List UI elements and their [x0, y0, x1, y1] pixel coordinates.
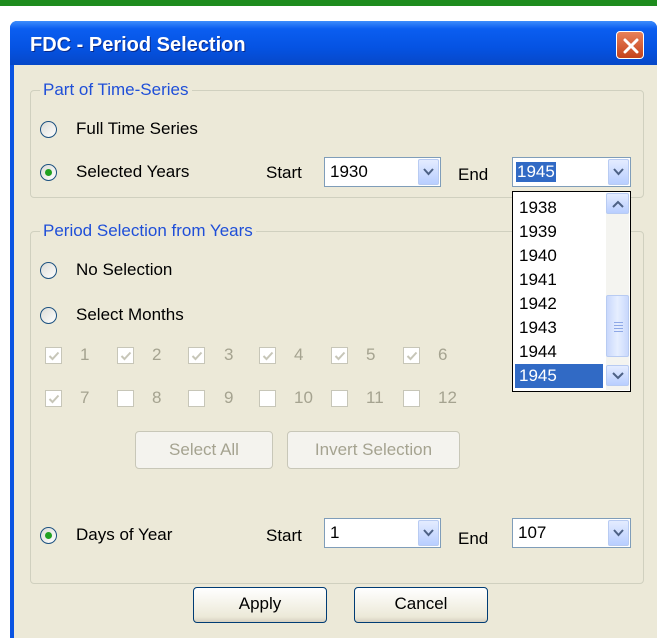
- month-5-label: 5: [366, 345, 376, 364]
- select-all-button[interactable]: Select All: [135, 431, 273, 469]
- select-months-radio[interactable]: [40, 307, 57, 324]
- list-item[interactable]: 1944: [515, 340, 603, 364]
- period-selection-legend: Period Selection from Years: [40, 221, 256, 241]
- invert-selection-button[interactable]: Invert Selection: [287, 431, 460, 469]
- radio-selected-dot: [45, 532, 52, 539]
- checkmark-icon: [120, 351, 132, 361]
- days-end-dropdown-button[interactable]: [608, 520, 629, 546]
- years-end-value: 1945: [516, 162, 556, 182]
- chevron-down-icon: [612, 372, 624, 380]
- full-time-series-radio[interactable]: [40, 121, 57, 138]
- years-start-value: 1930: [330, 162, 368, 181]
- chevron-down-icon: [423, 168, 434, 176]
- list-item[interactable]: 1942: [515, 292, 603, 316]
- top-accent-stripe: [0, 0, 657, 6]
- month-1-checkbox[interactable]: [45, 347, 62, 364]
- month-11-label: 11: [366, 388, 384, 407]
- close-button[interactable]: [616, 31, 644, 59]
- cancel-button[interactable]: Cancel: [354, 587, 488, 623]
- checkmark-icon: [334, 351, 346, 361]
- days-end-label: End: [458, 529, 489, 548]
- years-start-label: Start: [266, 163, 302, 182]
- list-item[interactable]: 1939: [515, 220, 603, 244]
- month-7-checkbox[interactable]: [45, 390, 62, 407]
- chevron-down-icon: [613, 529, 624, 537]
- checkmark-icon: [191, 351, 203, 361]
- days-of-year-label[interactable]: Days of Year: [76, 525, 172, 545]
- month-10-checkbox[interactable]: [259, 390, 276, 407]
- years-end-combo[interactable]: 1945: [512, 157, 631, 187]
- month-2-checkbox[interactable]: [117, 347, 134, 364]
- chevron-down-icon: [613, 168, 624, 176]
- month-3-label: 3: [224, 345, 234, 364]
- selected-years-radio[interactable]: [40, 164, 57, 181]
- month-9-checkbox[interactable]: [188, 390, 205, 407]
- month-12-label: 12: [438, 388, 457, 407]
- month-8-checkbox[interactable]: [117, 390, 134, 407]
- full-time-series-label[interactable]: Full Time Series: [76, 119, 198, 139]
- month-1-label: 1: [80, 345, 90, 364]
- years-end-dropdown-list[interactable]: 1938 1939 1940 1941 1942 1943 1944 1945: [512, 191, 631, 392]
- month-5-checkbox[interactable]: [331, 347, 348, 364]
- list-item[interactable]: 1943: [515, 316, 603, 340]
- dropdown-scrollbar[interactable]: [606, 193, 629, 390]
- list-item[interactable]: 1940: [515, 244, 603, 268]
- no-selection-radio[interactable]: [40, 262, 57, 279]
- close-icon: [623, 38, 639, 54]
- month-3-checkbox[interactable]: [188, 347, 205, 364]
- checkmark-icon: [48, 351, 60, 361]
- month-12-checkbox[interactable]: [403, 390, 420, 407]
- month-2-label: 2: [152, 345, 162, 364]
- days-start-dropdown-button[interactable]: [418, 520, 439, 546]
- years-start-combo[interactable]: 1930: [324, 157, 441, 187]
- years-end-dropdown-button[interactable]: [608, 159, 629, 185]
- days-end-value: 107: [518, 523, 547, 542]
- checkmark-icon: [48, 394, 60, 404]
- no-selection-label[interactable]: No Selection: [76, 260, 172, 280]
- month-11-checkbox[interactable]: [331, 390, 348, 407]
- month-4-checkbox[interactable]: [259, 347, 276, 364]
- month-9-label: 9: [224, 388, 234, 407]
- scroll-up-button[interactable]: [606, 193, 629, 214]
- month-7-label: 7: [80, 388, 90, 407]
- days-start-combo[interactable]: 1: [324, 518, 441, 548]
- scroll-thumb[interactable]: [606, 295, 629, 357]
- chevron-down-icon: [423, 529, 434, 537]
- selected-years-label[interactable]: Selected Years: [76, 162, 189, 182]
- list-item[interactable]: 1941: [515, 268, 603, 292]
- select-months-label[interactable]: Select Months: [76, 305, 184, 325]
- days-start-value: 1: [330, 523, 340, 542]
- month-4-label: 4: [294, 345, 304, 364]
- scroll-down-button[interactable]: [606, 365, 629, 386]
- apply-button[interactable]: Apply: [193, 587, 327, 623]
- checkmark-icon: [262, 351, 274, 361]
- days-of-year-radio[interactable]: [40, 527, 57, 544]
- years-start-dropdown-button[interactable]: [418, 159, 439, 185]
- month-10-label: 10: [294, 388, 313, 407]
- list-item[interactable]: 1938: [515, 196, 603, 220]
- list-item-selected[interactable]: 1945: [515, 364, 603, 388]
- days-end-combo[interactable]: 107: [512, 518, 631, 548]
- chevron-up-icon: [612, 200, 624, 208]
- window-title: FDC - Period Selection: [30, 34, 246, 56]
- part-of-time-series-legend: Part of Time-Series: [40, 80, 192, 100]
- month-8-label: 8: [152, 388, 162, 407]
- radio-selected-dot: [45, 169, 52, 176]
- month-6-checkbox[interactable]: [403, 347, 420, 364]
- years-end-label: End: [458, 165, 489, 184]
- checkmark-icon: [406, 351, 418, 361]
- month-6-label: 6: [438, 345, 448, 364]
- days-start-label: Start: [266, 526, 302, 545]
